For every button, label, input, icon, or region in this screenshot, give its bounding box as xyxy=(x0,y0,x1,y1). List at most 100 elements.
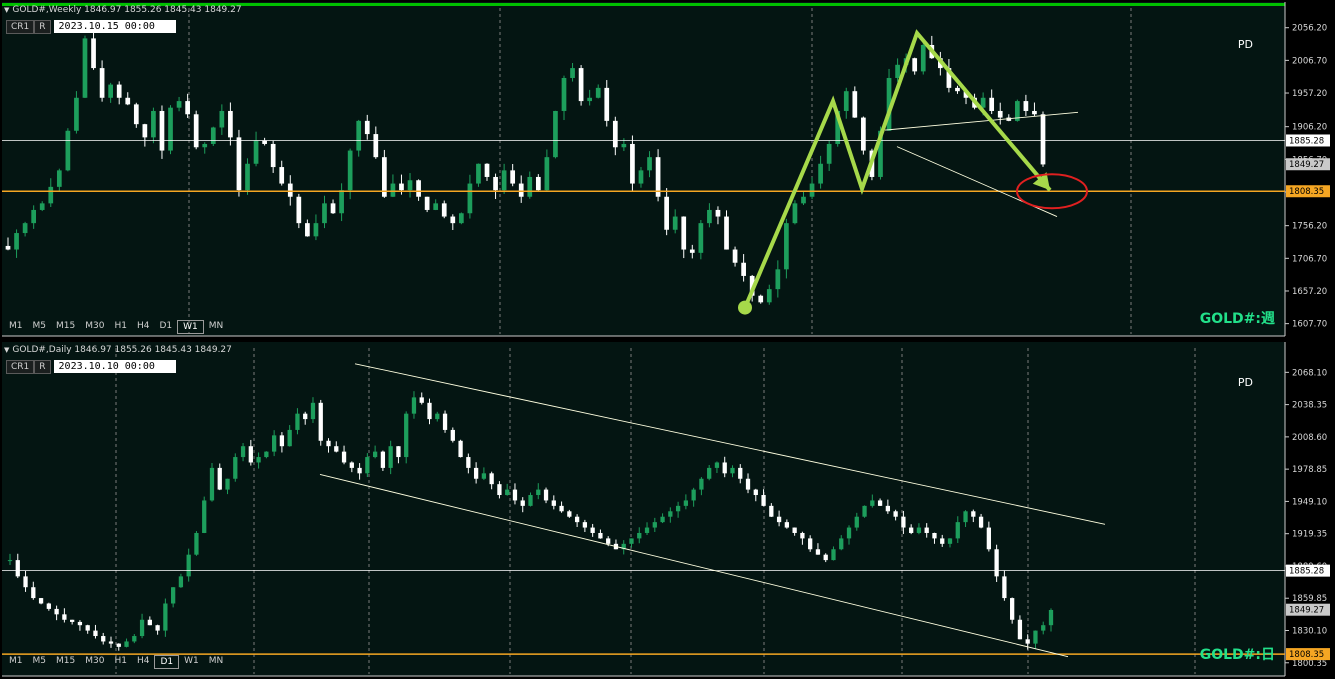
candle-bear xyxy=(1040,114,1046,165)
timeframe-mn[interactable]: MN xyxy=(204,655,229,667)
candle-bear xyxy=(543,489,549,501)
weekly-chart-pane[interactable]: 2056.202006.701957.201906.201856.701807.… xyxy=(0,0,1335,339)
collapse-triangle-icon[interactable]: ▼ xyxy=(4,346,9,354)
timeframe-m30[interactable]: M30 xyxy=(80,320,109,332)
timeframe-d1[interactable]: D1 xyxy=(154,655,180,669)
timeframe-m15[interactable]: M15 xyxy=(51,320,80,332)
candle-bear xyxy=(458,440,463,458)
timeframe-d1[interactable]: D1 xyxy=(154,320,177,332)
price-tick-label: 2056.20 xyxy=(1292,24,1327,34)
candle-bear xyxy=(46,603,51,609)
candle-bull xyxy=(14,233,19,250)
price-tick-label: 2006.70 xyxy=(1292,56,1327,66)
candle-bear xyxy=(373,134,379,158)
candle-bear xyxy=(38,598,44,604)
candle-bear xyxy=(133,104,139,125)
candle-bull xyxy=(792,203,798,224)
candle-bull xyxy=(895,64,900,78)
candle-bull xyxy=(264,451,269,458)
timeframe-w1[interactable]: W1 xyxy=(177,320,204,334)
daily-date-cursor[interactable]: 2023.10.10 00:00 xyxy=(53,360,176,373)
timeframe-h4[interactable]: H4 xyxy=(132,320,155,332)
timeframe-w1[interactable]: W1 xyxy=(179,655,204,667)
candle-bear xyxy=(248,446,253,463)
candle-bear xyxy=(279,435,285,447)
candle-bear xyxy=(877,500,883,506)
candle-bear xyxy=(518,183,524,197)
price-tick-label: 1607.70 xyxy=(1292,320,1327,330)
candle-bear xyxy=(574,516,580,523)
candle-bear xyxy=(664,196,669,230)
candle-bear xyxy=(885,505,890,512)
collapse-triangle-icon[interactable]: ▼ xyxy=(4,6,9,14)
cr1-button[interactable]: CR1 xyxy=(6,20,35,34)
price-level-label: 1885.28 xyxy=(1289,567,1324,577)
timeframe-mn[interactable]: MN xyxy=(204,320,229,332)
price-tick-label: 2008.60 xyxy=(1292,433,1327,443)
candle-bear xyxy=(1002,576,1007,599)
candle-bull xyxy=(698,223,704,253)
candle-bear xyxy=(330,203,336,214)
candle-bear xyxy=(1025,639,1030,644)
candle-bull xyxy=(647,157,652,171)
candle-bull xyxy=(587,97,593,102)
candle-bear xyxy=(108,641,114,644)
candle-bull xyxy=(501,170,507,191)
timeframe-m15[interactable]: M15 xyxy=(51,655,80,667)
candle-bear xyxy=(296,196,302,224)
candle-bear xyxy=(427,402,432,420)
candle-bear xyxy=(1017,619,1023,640)
price-tick-label: 1859.85 xyxy=(1292,594,1327,604)
r-button[interactable]: R xyxy=(34,20,51,34)
timeframe-m5[interactable]: M5 xyxy=(28,655,52,667)
candle-bull xyxy=(139,619,145,637)
candle-bull xyxy=(801,196,806,204)
candle-bear xyxy=(349,462,354,468)
cr1-button[interactable]: CR1 xyxy=(6,360,35,374)
candle-bear xyxy=(473,467,479,479)
candle-bear xyxy=(450,216,456,224)
timeframe-m30[interactable]: M30 xyxy=(80,655,109,667)
timeframe-h1[interactable]: H1 xyxy=(109,320,132,332)
candle-bear xyxy=(5,245,11,250)
candle-bull xyxy=(595,87,601,98)
candle-bull xyxy=(171,587,176,604)
daily-chart-canvas[interactable]: 2068.10 2038.35 2008.60 1978.85 1949.10 1919.… xyxy=(0,340,1335,679)
weekly-toolbar: CR1 R 2023.10.15 00:00 xyxy=(6,20,176,34)
price-tick-label: 1756.20 xyxy=(1292,222,1327,232)
candle-bear xyxy=(535,176,541,191)
daily-pd-label: PD xyxy=(1237,376,1253,389)
price-tick-label: 1800.35 xyxy=(1292,659,1327,669)
daily-chart-pane[interactable]: 2068.10 2038.35 2008.60 1978.85 1949.10 1919.… xyxy=(0,340,1335,679)
weekly-date-cursor[interactable]: 2023.10.15 00:00 xyxy=(53,20,176,33)
candle-bear xyxy=(93,630,98,637)
weekly-pd-label: PD xyxy=(1237,38,1253,51)
candle-bull xyxy=(210,127,216,144)
candle-bull xyxy=(831,549,836,561)
candle-bear xyxy=(940,538,945,544)
candle-bear xyxy=(745,478,751,490)
timeframe-m1[interactable]: M1 xyxy=(4,320,28,332)
candle-bull xyxy=(390,183,396,197)
weekly-watermark: GOLD#:週 xyxy=(1199,311,1275,327)
candle-bear xyxy=(91,38,96,69)
price-level-label: 1885.28 xyxy=(1289,136,1324,146)
candle-bear xyxy=(955,87,960,92)
timeframe-m1[interactable]: M1 xyxy=(4,655,28,667)
candle-bull xyxy=(313,223,319,237)
candle-bull xyxy=(870,500,875,506)
weekly-chart-canvas[interactable]: 2056.202006.701957.201906.201856.701807.… xyxy=(0,0,1335,339)
timeframe-h4[interactable]: H4 xyxy=(132,655,155,667)
candle-bear xyxy=(142,124,148,138)
candle-bear xyxy=(262,140,267,144)
timeframe-m5[interactable]: M5 xyxy=(28,320,52,332)
candle-bear xyxy=(753,489,758,496)
timeframe-h1[interactable]: H1 xyxy=(109,655,132,667)
candle-bear xyxy=(185,101,190,115)
weekly-header-text: GOLD#,Weekly 1846.97 1855.26 1845.43 184… xyxy=(12,5,242,15)
r-button[interactable]: R xyxy=(34,360,51,374)
candle-bear xyxy=(326,440,331,447)
candle-bear xyxy=(493,176,498,191)
candle-bull xyxy=(132,636,137,642)
candle-bull xyxy=(707,209,712,224)
